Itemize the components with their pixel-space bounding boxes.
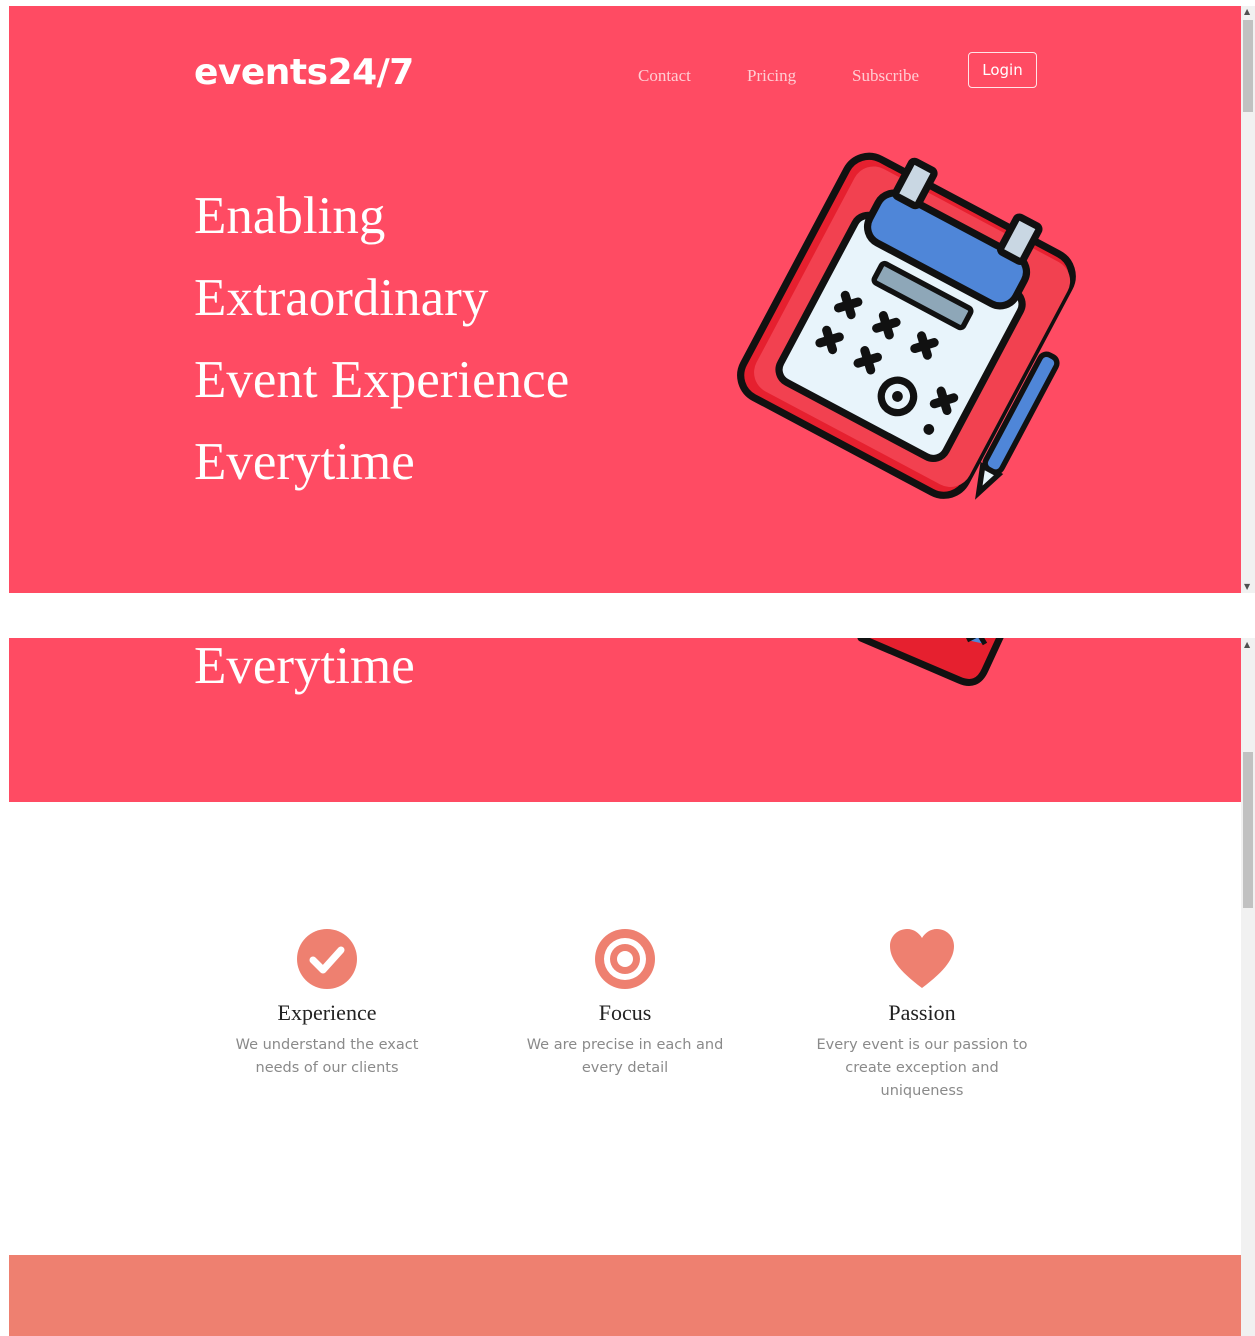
feature-description: We understand the exact needs of our cli…	[235, 1037, 419, 1076]
hero-section-continued: Everytime	[9, 638, 1241, 802]
feature-experience: Experience We understand the exact needs…	[207, 928, 447, 1080]
feature-description: Every event is our passion to create exc…	[816, 1037, 1028, 1099]
hero-section: events24/7 Contact Pricing Subscribe Log…	[9, 6, 1241, 593]
scroll-down-icon[interactable]: ▼	[1244, 583, 1250, 591]
clipboard-strategy-icon	[737, 152, 1076, 500]
scroll-up-icon[interactable]: ▲	[1244, 8, 1250, 16]
hero-line-1: Enabling	[194, 187, 386, 245]
brand-logo[interactable]: events24/7	[194, 52, 414, 93]
heart-icon	[890, 929, 954, 988]
nav-pricing[interactable]: Pricing	[747, 66, 796, 86]
feature-title: Focus	[598, 1000, 652, 1025]
clipboard-strategy-icon	[857, 638, 1004, 686]
feature-title: Experience	[277, 1000, 377, 1025]
next-section-band	[9, 1255, 1241, 1336]
features-section: Everytime Experience We understand the e…	[9, 638, 1241, 1336]
scrollbar[interactable]: ▲ ▼	[1241, 6, 1255, 593]
hero-line-2: Extraordinary	[194, 269, 489, 327]
scrollbar-thumb[interactable]	[1243, 752, 1253, 908]
hero-line-4-repeat: Everytime	[194, 638, 415, 695]
target-icon	[595, 929, 655, 989]
check-circle-icon	[297, 929, 357, 989]
scroll-up-icon[interactable]: ▲	[1244, 641, 1250, 649]
nav-subscribe[interactable]: Subscribe	[852, 66, 919, 86]
nav-contact[interactable]: Contact	[638, 66, 691, 86]
feature-passion: Passion Every event is our passion to cr…	[802, 928, 1042, 1103]
feature-focus: Focus We are precise in each and every d…	[505, 928, 745, 1080]
hero-line-4: Everytime	[194, 433, 415, 491]
scrollbar[interactable]: ▲	[1241, 638, 1255, 1336]
feature-description: We are precise in each and every detail	[526, 1037, 724, 1076]
feature-title: Passion	[888, 1000, 956, 1025]
login-button[interactable]: Login	[968, 52, 1037, 88]
scrollbar-thumb[interactable]	[1243, 20, 1253, 112]
hero-line-3: Event Experience	[194, 351, 570, 409]
